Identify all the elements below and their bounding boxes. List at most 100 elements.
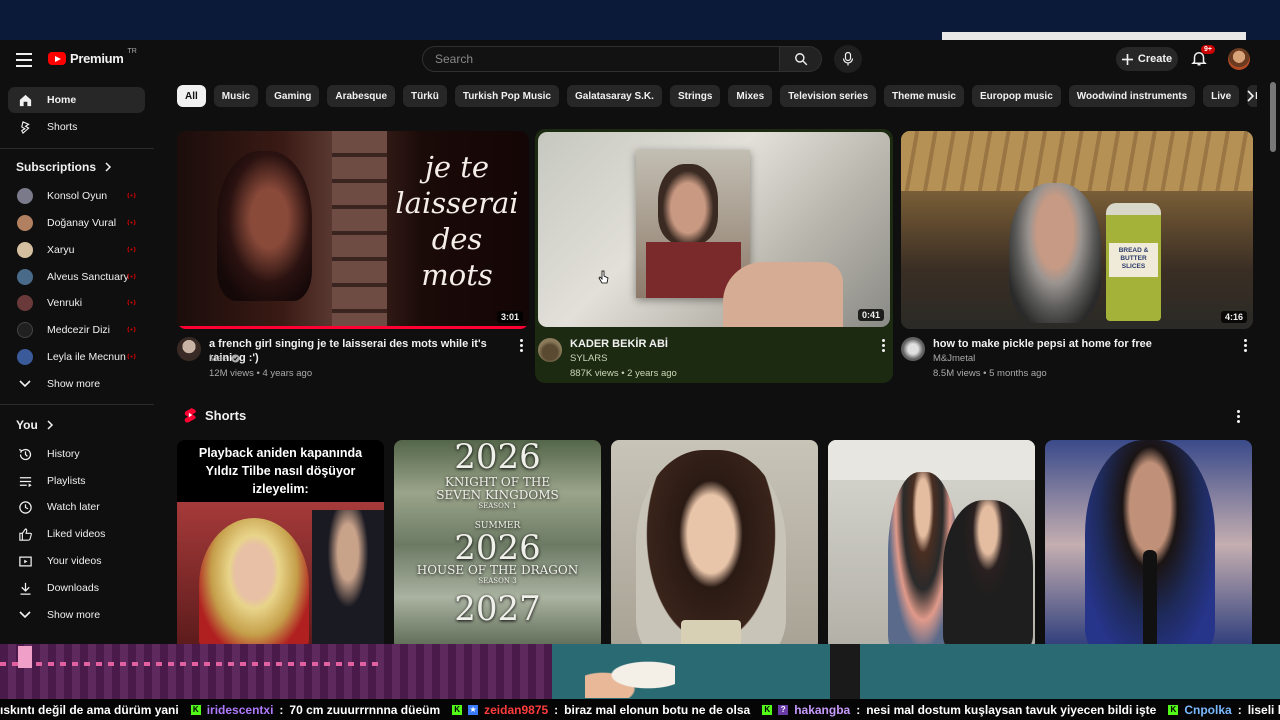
chip-galatasaray[interactable]: Galatasaray S.K. [567,85,662,107]
sidebar-item-subscription[interactable]: Doğanay Vural [8,210,145,236]
sidebar-item-subscription[interactable]: Konsol Oyun [8,183,145,209]
chips-next-button[interactable] [1240,85,1260,107]
short-caption: Playback aniden kapanında Yıldız Tilbe n… [177,440,384,502]
chip-turkish-pop-music[interactable]: Turkish Pop Music [454,85,559,107]
video-channel[interactable]: M&Jmetal [933,353,975,364]
chip-gaming[interactable]: Gaming [266,85,320,107]
sidebar-item-subscription[interactable]: Leyla ile Mecnun [8,344,145,370]
sidebar-item-playlists[interactable]: Playlists [8,468,145,494]
create-button[interactable]: Create [1116,47,1178,71]
sidebar-item-liked-videos[interactable]: Liked videos [8,521,145,547]
sidebar-item-subscription[interactable]: Xaryu [8,237,145,263]
video-card: je te laisserai des mots 3:01 a french g… [177,131,529,387]
jar-label: BREAD & BUTTER SLICES [1109,243,1158,277]
sidebar-item-subscription[interactable]: Venruki [8,290,145,316]
search-input[interactable]: Search [422,46,780,72]
sidebar-item-label: Medcezir Dizi [47,324,111,336]
divider [0,148,154,149]
chat-text: biraz mal elonun botu ne de olsa [564,702,751,717]
channel-avatar[interactable] [177,337,201,361]
chip-mixes[interactable]: Mixes [728,85,773,107]
sidebar-show-more-subscriptions[interactable]: Show more [8,371,145,397]
youtube-premium-logo[interactable]: Premium TR [48,48,137,66]
video-thumbnail[interactable]: 0:41 [538,132,890,327]
chip-live[interactable]: Live [1203,85,1240,107]
pixel-dots [0,662,380,666]
country-code: TR [127,48,137,55]
chip-television-series[interactable]: Television series [780,85,877,107]
sidebar-item-downloads[interactable]: Downloads [8,575,145,601]
sidebar-item-label: Home [47,94,77,106]
video-title[interactable]: KADER BEKİR ABİ [570,337,870,351]
chip-music[interactable]: Music [213,85,259,107]
chip-europop-music[interactable]: Europop music [971,85,1061,107]
video-duration: 3:01 [496,311,523,323]
channel-avatar[interactable] [901,337,925,361]
channel-avatar[interactable] [538,338,562,362]
short-season: SEASON 1 [478,502,517,510]
notifications-button[interactable]: 9+ [1190,45,1215,71]
short-year: 2026 [454,440,541,477]
pixel-cat-figure [585,652,675,698]
channel-avatar [17,242,33,258]
sidebar-item-your-videos[interactable]: Your videos [8,548,145,574]
channel-avatar [17,215,33,231]
video-title[interactable]: how to make pickle pepsi at home for fre… [933,337,1233,351]
chip-all[interactable]: All [177,85,206,107]
live-icon [127,353,136,360]
live-icon [127,299,136,306]
sidebar-show-more-you[interactable]: Show more [8,602,145,628]
bowl-figure [681,620,741,644]
short-title-stack: 2026 KNIGHT OF THE SEVEN KINGDOMS SEASON… [394,440,601,626]
watch-later-icon [17,499,33,515]
history-icon [17,446,33,462]
sidebar-item-watch-later[interactable]: Watch later [8,494,145,520]
scrollbar[interactable] [1270,82,1276,642]
video-channel[interactable]: Mae [209,353,241,364]
sidebar-item-label: Doğanay Vural [47,217,117,229]
short-card[interactable] [1045,440,1252,644]
chevron-right-icon [105,162,112,172]
video-thumbnail[interactable]: je te laisserai des mots 3:01 [177,131,529,329]
chip-woodwind-instruments[interactable]: Woodwind instruments [1068,85,1196,107]
short-show-title: HOUSE OF THE DRAGON [416,563,579,577]
short-card[interactable]: Playback aniden kapanında Yıldız Tilbe n… [177,440,384,644]
video-more-button[interactable] [877,337,889,353]
voice-search-button[interactable] [834,45,862,73]
chip-arabesque[interactable]: Arabesque [327,85,396,107]
short-card[interactable]: 2026 KNIGHT OF THE SEVEN KINGDOMS SEASON… [394,440,601,644]
sidebar-item-history[interactable]: History [8,441,145,467]
shorts-more-button[interactable] [1232,408,1244,424]
short-card[interactable] [828,440,1035,644]
stream-top-band [0,0,1280,40]
chip-turku[interactable]: Türkü [403,85,447,107]
shorts-icon [184,408,196,423]
chip-strings[interactable]: Strings [669,85,721,107]
short-card[interactable] [611,440,818,644]
menu-icon[interactable] [12,48,36,72]
video-more-button[interactable] [515,337,527,353]
your-videos-icon [17,553,33,569]
search-button[interactable] [780,46,822,72]
sidebar-item-label: Xaryu [47,244,75,256]
sidebar-item-home[interactable]: Home [8,87,145,113]
scrollbar-thumb[interactable] [1270,82,1276,152]
video-channel[interactable]: SYLARS [570,353,608,364]
account-avatar[interactable] [1228,48,1250,70]
chip-theme-music[interactable]: Theme music [884,85,964,107]
sidebar-item-subscription[interactable]: Alveus Sanctuary [8,264,145,290]
sidebar-item-shorts[interactable]: Shorts [8,114,145,140]
question-badge-icon: ? [778,704,789,715]
video-more-button[interactable] [1239,337,1251,353]
video-title[interactable]: a french girl singing je te laisserai de… [209,337,509,365]
youtube-window: Premium TR Search Create 9+ Home Shorts [0,40,1280,644]
stream-chat-ticker: ıskıntı değil de ama dürüm yani K irides… [0,699,1280,720]
sidebar-item-subscription[interactable]: Medcezir Dizi [8,317,145,343]
downloads-icon [17,580,33,596]
thumbnail-text: je te laisserai des mots [395,150,519,292]
video-thumbnail[interactable]: BREAD & BUTTER SLICES 4:16 [901,131,1253,329]
subscriptions-heading[interactable]: Subscriptions [16,160,112,174]
face-figure [658,164,718,244]
chat-colon: : [856,702,861,717]
you-heading[interactable]: You [16,418,54,432]
